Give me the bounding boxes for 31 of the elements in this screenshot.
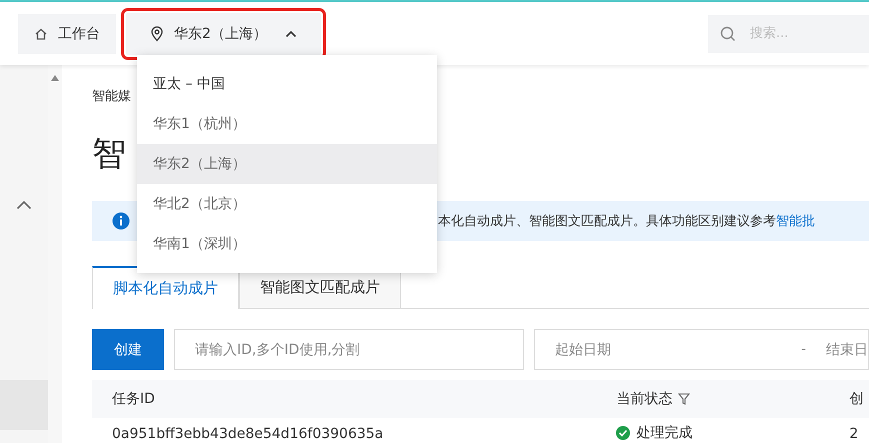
location-pin-icon [150,26,164,42]
create-button[interactable]: 创建 [92,329,164,370]
menu-item[interactable]: 华南1（深圳） [137,224,437,264]
search-field[interactable]: 搜索... [708,14,869,52]
date-range-field[interactable]: 起始日期 - 结束日 [534,329,869,370]
table-cell: 2 [849,426,858,442]
search-icon [720,26,736,42]
info-icon [112,212,130,230]
notice-text: 本化自动成片、智能图文匹配成片。具体功能区别建议参考 [438,213,776,230]
page-title: 智 [92,133,126,176]
region-selector[interactable]: 华东2（上海） [126,12,321,54]
filter-icon [678,393,690,405]
menu-item[interactable]: 华北2（北京） [137,184,437,224]
menu-item[interactable]: 华东2（上海） [137,144,437,184]
column-header[interactable]: 任务ID [112,390,155,408]
breadcrumb[interactable]: 智能媒 [92,87,131,107]
column-header[interactable]: 创 [849,390,864,408]
help-link[interactable]: 智能批 [776,212,815,230]
home-icon [34,26,48,40]
home-button[interactable]: 工作台 [18,14,116,54]
scroll-up-icon [51,75,59,81]
chevron-up-icon [16,200,32,210]
column-header[interactable]: 当前状态 [616,390,672,408]
id-search-field[interactable]: 请输入ID,多个ID使用,分割 [174,329,524,370]
range-separator: - [801,342,806,357]
end-date-field[interactable]: 结束日 [824,340,868,358]
check-icon [616,426,630,440]
menu-item[interactable]: 亚太 – 中国 [137,64,437,104]
menu-item[interactable]: 华东1（杭州） [137,104,437,144]
table-cell: 0a951bff3ebb43de8e54d16f0390635a [112,426,384,442]
table-cell: 处理完成 [636,424,692,442]
